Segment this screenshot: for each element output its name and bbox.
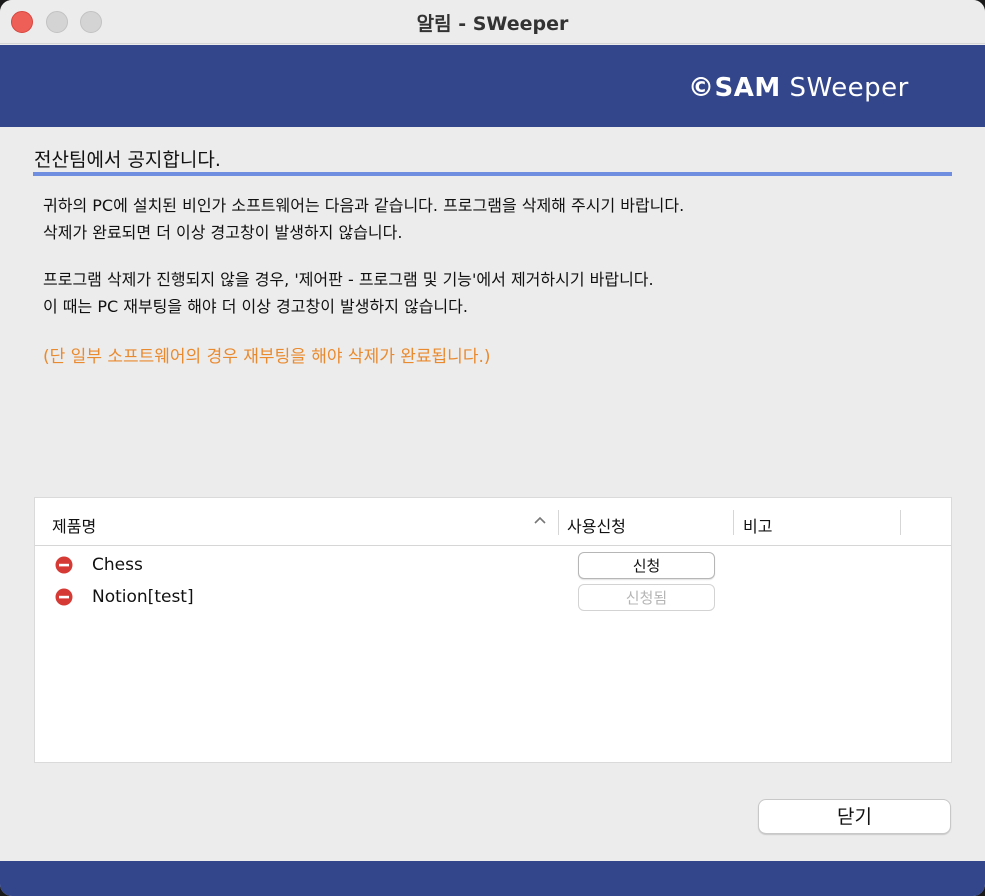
product-name: Chess (92, 555, 143, 575)
title-bar: 알림 - SWeeper (0, 0, 985, 44)
minus-circle-icon (55, 588, 73, 606)
requested-button: 신청됨 (578, 584, 715, 611)
notice-heading: 전산팀에서 공지합니다. (34, 149, 221, 171)
brand-logo: ©SAM SWeeper (688, 73, 909, 103)
minus-circle-icon (55, 556, 73, 574)
chevron-up-icon[interactable] (533, 513, 547, 527)
notice-line-2: 삭제가 완료되면 더 이상 경고창이 발생하지 않습니다. (43, 223, 403, 242)
header-banner: ©SAM SWeeper (0, 45, 985, 127)
notice-line-3: 프로그램 삭제가 진행되지 않을 경우, '제어판 - 프로그램 및 기능'에서… (43, 270, 654, 289)
heading-divider (33, 172, 952, 176)
product-name: Notion[test] (92, 587, 194, 607)
column-separator (733, 510, 734, 535)
notice-line-4: 이 때는 PC 재부팅을 해야 더 이상 경고창이 발생하지 않습니다. (43, 297, 468, 316)
column-header-note[interactable]: 비고 (743, 513, 772, 537)
table-header: 제품명 사용신청 비고 (35, 498, 951, 546)
column-separator (900, 510, 901, 535)
software-table: 제품명 사용신청 비고 Chess 신청 Notion[test] 신청됨 (34, 497, 952, 763)
table-row[interactable]: Notion[test] 신청됨 (35, 581, 951, 613)
column-header-product[interactable]: 제품명 (52, 513, 96, 537)
logo-light-text: SWeeper (780, 73, 909, 103)
close-button[interactable]: 닫기 (758, 799, 951, 834)
notice-line-1: 귀하의 PC에 설치된 비인가 소프트웨어는 다음과 같습니다. 프로그램을 삭… (43, 196, 685, 215)
logo-bold-text: SAM (714, 73, 781, 103)
reboot-warning: (단 일부 소프트웨어의 경우 재부팅을 해야 삭제가 완료됩니다.) (43, 347, 491, 367)
table-row[interactable]: Chess 신청 (35, 549, 951, 581)
request-button[interactable]: 신청 (578, 552, 715, 579)
window-title: 알림 - SWeeper (416, 13, 569, 35)
alert-window: 알림 - SWeeper ©SAM SWeeper 전산팀에서 공지합니다. 귀… (0, 0, 985, 896)
column-header-request[interactable]: 사용신청 (567, 513, 626, 537)
logo-symbol: © (688, 73, 715, 103)
footer-bar (0, 861, 985, 896)
column-separator (558, 510, 559, 535)
